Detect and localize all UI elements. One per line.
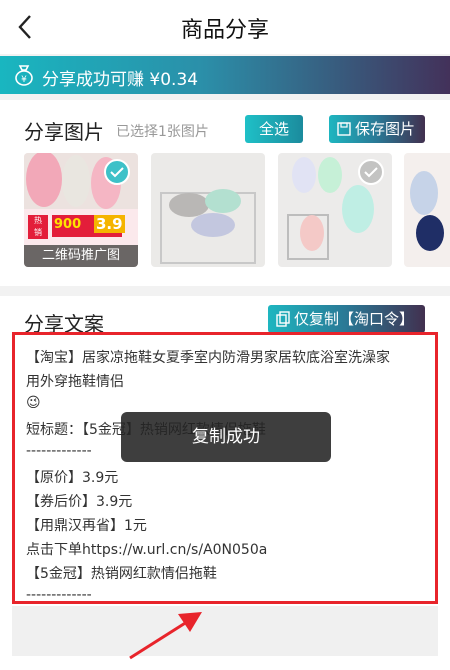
top-bar: 商品分享 [0,0,450,54]
promo-price: 3.9 [94,215,125,233]
separator-line: ------------- [26,443,92,459]
text-line: 【券后价】3.9元 [26,494,133,510]
share-images-section: 分享图片 已选择1张图片 全选 保存图片 热销 900 3.9 二维码推广图 [0,100,450,286]
annotation-arrow-icon [129,612,202,660]
select-all-button[interactable]: 全选 [245,115,303,143]
text-line: 【用鼎汉再省】1元 [26,518,147,534]
share-text-box[interactable]: 【淘宝】居家凉拖鞋女夏季室内防滑男家居软底浴室洗澡家 用外穿拖鞋情侣 😉 短标题… [12,332,438,604]
share-text-section: 分享文案 仅复制【淘口令】 【淘宝】居家凉拖鞋女夏季室内防滑男家居软底浴室洗澡家… [0,296,450,670]
input-area [12,606,438,656]
promo-badge: 热销 [28,215,48,239]
text-line: 【淘宝】居家凉拖鞋女夏季室内防滑男家居软底浴室洗澡家 [26,350,390,366]
product-image [404,153,450,267]
qr-poster-label: 二维码推广图 [24,245,138,267]
page-title: 商品分享 [180,18,269,43]
save-icon [337,122,351,136]
promo-number: 900 [54,217,82,232]
selected-check[interactable] [104,159,130,185]
text-line: 点击下单https://w.url.cn/s/A0N050a [26,542,268,558]
text-line: 【5金冠】热销网红款情侣拖鞋 [26,566,217,582]
save-images-button[interactable]: 保存图片 [329,115,425,143]
copy-password-button[interactable]: 仅复制【淘口令】 [268,305,425,333]
copy-success-toast: 复制成功 [121,412,331,462]
copy-password-label: 仅复制【淘口令】 [294,310,415,328]
unselected-check[interactable] [358,159,384,185]
copy-icon [276,311,290,327]
check-icon [364,167,378,178]
money-bag-icon: ¥ [15,65,33,86]
save-images-label: 保存图片 [355,120,416,138]
share-image-1[interactable]: 热销 900 3.9 二维码推广图 [24,153,138,267]
separator-line: ------------- [26,587,92,603]
share-images-title: 分享图片 [24,120,104,144]
product-image [151,153,265,267]
text-line: 用外穿拖鞋情侣 [26,374,124,390]
wink-emoji: 😉 [26,395,41,411]
text-line: 【原价】3.9元 [26,470,119,486]
selected-count-text: 已选择1张图片 [116,124,209,140]
earnings-text: 分享成功可赚 ¥0.34 [42,70,199,90]
share-image-2[interactable] [151,153,265,267]
share-image-4[interactable] [404,153,450,267]
check-icon [110,167,124,178]
earnings-banner: ¥ 分享成功可赚 ¥0.34 [0,56,450,94]
share-image-3[interactable] [278,153,392,267]
svg-text:¥: ¥ [21,75,27,85]
